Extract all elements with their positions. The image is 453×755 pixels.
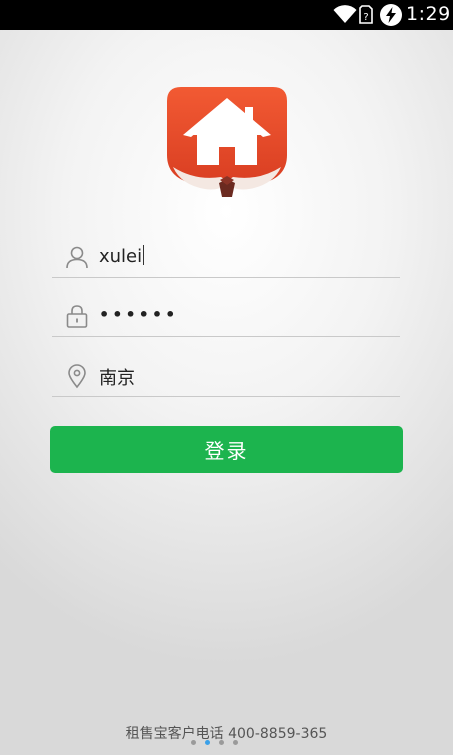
wifi-icon [333,5,357,23]
page-dot-active [205,740,210,745]
username-field[interactable]: xulei [52,236,400,278]
username-input[interactable]: xulei [99,245,145,267]
user-icon [66,246,88,269]
page-dot [219,740,224,745]
location-pin-icon [68,364,86,389]
battery-charging-icon [380,4,402,26]
status-bar: ? 1:29 [0,0,453,30]
clock: 1:29 [406,3,451,25]
city-select[interactable]: 南京 [99,364,135,390]
page-dot [191,740,196,745]
sim-icon: ? [359,5,373,24]
city-field[interactable]: 南京 [52,355,400,397]
login-button[interactable]: 登录 [50,426,403,473]
text-cursor [143,245,145,265]
page-indicator [0,740,453,748]
house-logo-icon [167,87,287,197]
password-field[interactable]: •••••• [52,295,400,337]
svg-text:?: ? [363,12,368,23]
page-dot [233,740,238,745]
password-input[interactable]: •••••• [99,305,178,324]
lock-icon [66,305,88,328]
